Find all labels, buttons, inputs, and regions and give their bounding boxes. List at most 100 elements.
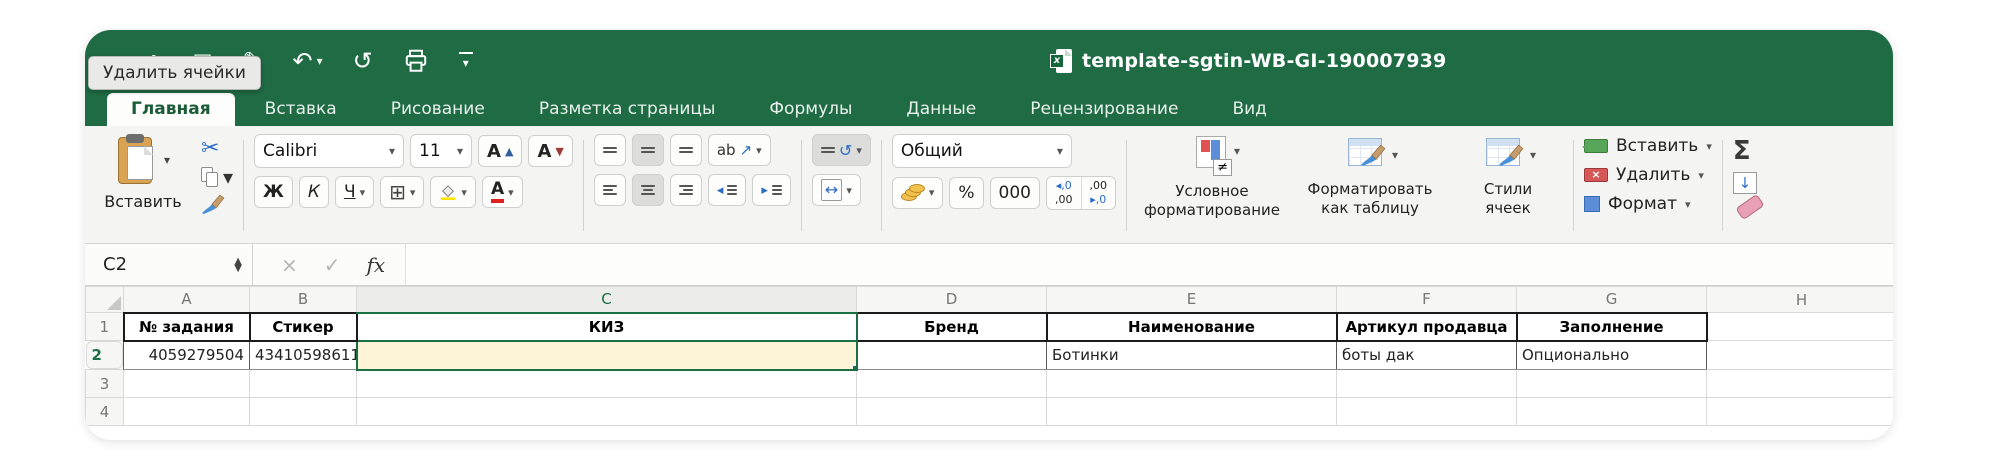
align-right-button[interactable] bbox=[669, 174, 702, 206]
col-header-f[interactable]: F bbox=[1336, 286, 1517, 313]
align-left-button[interactable] bbox=[593, 174, 626, 206]
col-header-a[interactable]: A bbox=[123, 286, 250, 313]
cell-a4[interactable] bbox=[123, 397, 250, 426]
italic-button[interactable]: К bbox=[298, 176, 329, 208]
currency-button[interactable]: ▾ bbox=[891, 176, 944, 209]
tab-formulas[interactable]: Формулы bbox=[745, 93, 876, 126]
cell-a3[interactable] bbox=[123, 369, 250, 398]
cut-button[interactable]: ✂ bbox=[201, 138, 233, 160]
align-center-button[interactable] bbox=[631, 174, 664, 206]
increase-indent-button[interactable]: ▸ bbox=[752, 174, 791, 206]
copy-dropdown-icon[interactable]: ▾ bbox=[223, 167, 233, 187]
cell-g3[interactable] bbox=[1516, 369, 1707, 398]
fill-color-button[interactable]: ▾ bbox=[430, 176, 476, 208]
row-header-3[interactable]: 3 bbox=[85, 369, 124, 398]
cell-c4[interactable] bbox=[356, 397, 857, 426]
row-header-4[interactable]: 4 bbox=[85, 397, 124, 426]
orientation-button[interactable]: ab ↗ ▾ bbox=[707, 134, 771, 166]
tab-home[interactable]: Главная bbox=[107, 93, 235, 126]
clear-button[interactable] bbox=[1735, 193, 1765, 221]
conditional-formatting-button[interactable]: ≠ ▾ Условное форматирование bbox=[1137, 134, 1287, 220]
cell-d2[interactable] bbox=[856, 340, 1047, 370]
thousands-separator-button[interactable]: 000 bbox=[989, 176, 1040, 209]
cell-a2[interactable]: 4059279504 bbox=[123, 340, 250, 370]
cell-h2[interactable] bbox=[1706, 340, 1893, 370]
spinner-down-icon[interactable]: ▼ bbox=[234, 263, 242, 273]
name-box-spinner[interactable]: ▲ ▼ bbox=[234, 256, 242, 273]
cell-b3[interactable] bbox=[249, 369, 357, 398]
undo-button[interactable]: ↶ ▾ bbox=[293, 49, 323, 73]
select-all-corner[interactable] bbox=[85, 286, 124, 313]
format-cells-button[interactable]: Формат ▾ bbox=[1584, 194, 1712, 214]
row-header-1[interactable]: 1 bbox=[85, 312, 124, 341]
cell-e2[interactable]: Ботинки bbox=[1046, 340, 1337, 370]
cell-h3[interactable] bbox=[1706, 369, 1893, 398]
borders-button[interactable]: ⊞ ▾ bbox=[380, 176, 425, 208]
cell-d3[interactable] bbox=[856, 369, 1047, 398]
tab-page-layout[interactable]: Разметка страницы bbox=[515, 93, 740, 126]
wrap-text-button[interactable]: ↺ ▾ bbox=[811, 134, 871, 166]
insert-cells-button[interactable]: Вставить ▾ bbox=[1582, 136, 1712, 156]
cell-f2[interactable]: боты дак bbox=[1336, 340, 1517, 370]
cell-c3[interactable] bbox=[356, 369, 857, 398]
cell-f4[interactable] bbox=[1336, 397, 1517, 426]
align-bottom-button[interactable] bbox=[669, 134, 702, 166]
merge-center-button[interactable]: ↔ ▾ bbox=[811, 174, 861, 206]
autosum-button[interactable]: Σ bbox=[1733, 136, 1763, 166]
tab-draw[interactable]: Рисование bbox=[367, 93, 509, 126]
row-header-2[interactable]: 2 bbox=[85, 341, 123, 369]
increase-decimal-button[interactable]: ,00 ▸,0 bbox=[1080, 177, 1115, 209]
cell-a1[interactable]: № задания bbox=[122, 311, 251, 342]
copy-button[interactable]: ▾ bbox=[201, 167, 233, 187]
tab-insert[interactable]: Вставка bbox=[241, 93, 361, 126]
more-commands-button[interactable]: ▾ bbox=[458, 52, 473, 70]
insert-function-icon[interactable]: fx bbox=[367, 253, 386, 277]
format-painter-button[interactable] bbox=[201, 194, 233, 214]
col-header-h[interactable]: H bbox=[1706, 286, 1893, 313]
cell-h4[interactable] bbox=[1706, 397, 1893, 426]
cell-g1[interactable]: Заполнение bbox=[1515, 311, 1708, 342]
cancel-icon[interactable]: × bbox=[281, 253, 298, 277]
cell-b4[interactable] bbox=[249, 397, 357, 426]
cell-g2[interactable]: Опционально bbox=[1516, 340, 1707, 370]
increase-font-button[interactable]: А ▲ bbox=[478, 135, 523, 167]
enter-icon[interactable]: ✓ bbox=[324, 253, 341, 277]
col-header-d[interactable]: D bbox=[856, 286, 1047, 313]
col-header-g[interactable]: G bbox=[1516, 286, 1707, 313]
cell-g4[interactable] bbox=[1516, 397, 1707, 426]
cell-e4[interactable] bbox=[1046, 397, 1337, 426]
formula-input[interactable] bbox=[405, 244, 1893, 285]
cell-d4[interactable] bbox=[856, 397, 1047, 426]
align-middle-button[interactable] bbox=[631, 134, 664, 166]
cell-f3[interactable] bbox=[1336, 369, 1517, 398]
col-header-e[interactable]: E bbox=[1046, 286, 1337, 313]
decrease-decimal-button[interactable]: ◂,0,00 bbox=[1047, 177, 1081, 209]
col-header-c[interactable]: C bbox=[356, 286, 857, 314]
align-top-button[interactable] bbox=[593, 134, 626, 166]
cell-b2[interactable]: 43410598611 bbox=[249, 340, 357, 370]
bold-button[interactable]: Ж bbox=[254, 176, 293, 208]
cell-c2-active[interactable] bbox=[355, 339, 858, 371]
undo-dropdown-icon[interactable]: ▾ bbox=[317, 55, 323, 67]
font-name-select[interactable]: Calibri ▾ bbox=[254, 134, 405, 168]
paste-dropdown-icon[interactable]: ▾ bbox=[164, 153, 170, 167]
print-button[interactable] bbox=[403, 48, 429, 74]
paste-button[interactable]: ▾ Вставить bbox=[93, 134, 193, 211]
format-as-table-button[interactable]: ▾ Форматировать как таблицу bbox=[1295, 134, 1445, 218]
cell-styles-button[interactable]: ▾ Стили ячеек bbox=[1453, 134, 1563, 218]
cell-e1[interactable]: Наименование bbox=[1045, 311, 1338, 342]
col-header-b[interactable]: B bbox=[249, 286, 357, 313]
tab-review[interactable]: Рецензирование bbox=[1006, 93, 1202, 126]
cell-f1[interactable]: Артикул продавца bbox=[1335, 311, 1518, 342]
redo-button[interactable]: ↺ bbox=[353, 49, 373, 73]
fill-button[interactable]: ↓ bbox=[1732, 172, 1757, 194]
font-size-select[interactable]: 11 ▾ bbox=[410, 134, 473, 168]
cell-c1[interactable]: КИЗ bbox=[355, 311, 858, 342]
cell-b1[interactable]: Стикер bbox=[248, 311, 358, 342]
tab-data[interactable]: Данные bbox=[882, 93, 1000, 126]
cell-d1[interactable]: Бренд bbox=[855, 311, 1048, 342]
decrease-font-button[interactable]: А ▼ bbox=[528, 135, 573, 167]
fill-handle[interactable] bbox=[851, 364, 855, 368]
font-color-button[interactable]: А ▾ bbox=[481, 176, 523, 208]
cell-h1[interactable] bbox=[1706, 312, 1893, 341]
